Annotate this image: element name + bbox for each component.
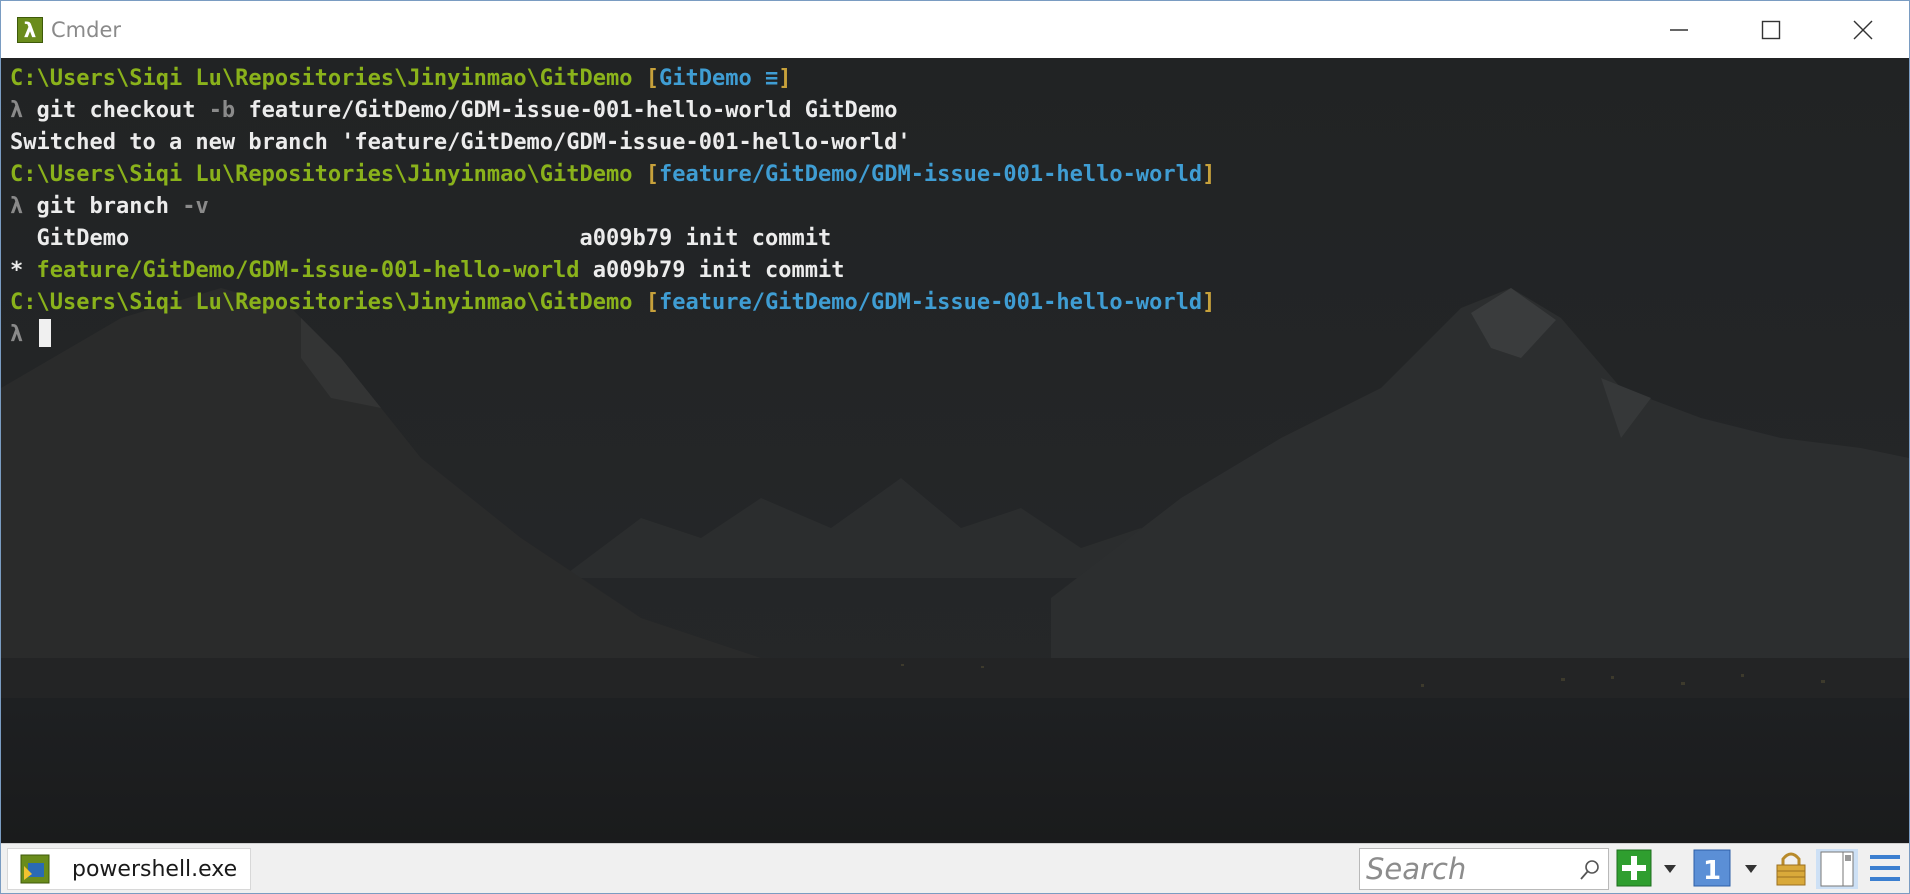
dropdown-arrow-icon[interactable] xyxy=(1744,864,1758,874)
console-number: 1 xyxy=(1703,856,1721,886)
terminal-text-segment: λ xyxy=(10,322,37,347)
terminal-text-segment: [ xyxy=(632,290,660,315)
terminal-text-segment: C:\Users\Siqi Lu\Repositories\Jinyinmao\… xyxy=(10,66,633,91)
terminal-text-segment: C:\Users\Siqi Lu\Repositories\Jinyinmao\… xyxy=(10,290,633,315)
cmder-logo-icon[interactable]: λ xyxy=(17,16,43,43)
status-bar: powershell.exe 1 xyxy=(1,843,1909,893)
console-number-icon[interactable]: 1 xyxy=(1693,849,1731,887)
terminal-area[interactable]: C:\Users\Siqi Lu\Repositories\Jinyinmao\… xyxy=(1,58,1909,843)
terminal-text-segment: git checkout xyxy=(36,98,209,123)
terminal-text-segment: [ xyxy=(632,162,660,187)
terminal-line: C:\Users\Siqi Lu\Repositories\Jinyinmao\… xyxy=(10,159,1215,191)
close-button[interactable] xyxy=(1817,1,1909,58)
window-controls xyxy=(1633,1,1909,58)
terminal-text-segment: C:\Users\Siqi Lu\Repositories\Jinyinmao\… xyxy=(10,162,633,187)
menu-icon[interactable] xyxy=(1868,852,1902,884)
terminal-text-segment: Switched to a new branch 'feature/GitDem… xyxy=(10,130,911,155)
terminal-text-segment: GitDemo ≡ xyxy=(659,66,779,91)
search-box[interactable] xyxy=(1359,848,1609,890)
cmder-window: λ Cmder C:\Users\Siqi Lu\Repositories\Ji… xyxy=(0,0,1910,894)
search-icon xyxy=(1580,860,1599,880)
lock-icon[interactable] xyxy=(1773,849,1809,887)
title-bar[interactable]: λ Cmder xyxy=(1,1,1909,58)
terminal-text-segment: feature/GitDemo/GDM-issue-001-hello-worl… xyxy=(36,258,580,283)
terminal-line: * feature/GitDemo/GDM-issue-001-hello-wo… xyxy=(10,255,1215,287)
text-cursor[interactable] xyxy=(38,319,51,347)
close-icon xyxy=(1853,20,1873,39)
new-console-icon[interactable] xyxy=(1616,849,1652,887)
dropdown-arrow-icon[interactable] xyxy=(1663,864,1677,874)
terminal-text-segment: ] xyxy=(1202,290,1216,315)
terminal-text-segment: git branch xyxy=(36,194,183,219)
tab-label: powershell.exe xyxy=(72,856,238,882)
terminal-text-segment: a009b79 init commit xyxy=(579,258,845,283)
terminal-line: λ git checkout -b feature/GitDemo/GDM-is… xyxy=(10,95,1215,127)
terminal-text-segment: -b xyxy=(208,98,249,123)
minimize-button[interactable] xyxy=(1633,1,1725,58)
terminal-line: GitDemo a009b79 init commit xyxy=(10,223,1215,255)
terminal-output[interactable]: C:\Users\Siqi Lu\Repositories\Jinyinmao\… xyxy=(10,63,1215,351)
terminal-text-segment: [ xyxy=(632,66,660,91)
minimize-icon xyxy=(1670,28,1688,31)
terminal-text-segment: λ xyxy=(10,98,37,123)
search-input[interactable] xyxy=(1366,850,1576,888)
terminal-text-segment: feature/GitDemo/GDM-issue-001-hello-worl… xyxy=(248,98,898,123)
maximize-icon xyxy=(1761,20,1781,39)
terminal-text-segment: λ xyxy=(10,194,37,219)
terminal-text-segment: * xyxy=(10,258,37,283)
tab-powershell[interactable]: powershell.exe xyxy=(7,848,251,890)
terminal-line: C:\Users\Siqi Lu\Repositories\Jinyinmao\… xyxy=(10,287,1215,319)
powershell-icon xyxy=(20,854,50,884)
terminal-line: λ xyxy=(10,319,1215,351)
terminal-text-segment: GitDemo a009b79 init commit xyxy=(10,226,832,251)
terminal-text-segment: ] xyxy=(778,66,792,91)
window-title: Cmder xyxy=(51,17,122,42)
terminal-text-segment: ] xyxy=(1202,162,1216,187)
terminal-text-segment: feature/GitDemo/GDM-issue-001-hello-worl… xyxy=(659,290,1203,315)
terminal-text-segment: feature/GitDemo/GDM-issue-001-hello-worl… xyxy=(659,162,1203,187)
terminal-line: λ git branch -v xyxy=(10,191,1215,223)
terminal-text-segment: -v xyxy=(182,194,209,219)
terminal-line: C:\Users\Siqi Lu\Repositories\Jinyinmao\… xyxy=(10,63,1215,95)
split-panes-icon[interactable] xyxy=(1816,849,1858,889)
maximize-button[interactable] xyxy=(1725,1,1817,58)
terminal-line: Switched to a new branch 'feature/GitDem… xyxy=(10,127,1215,159)
